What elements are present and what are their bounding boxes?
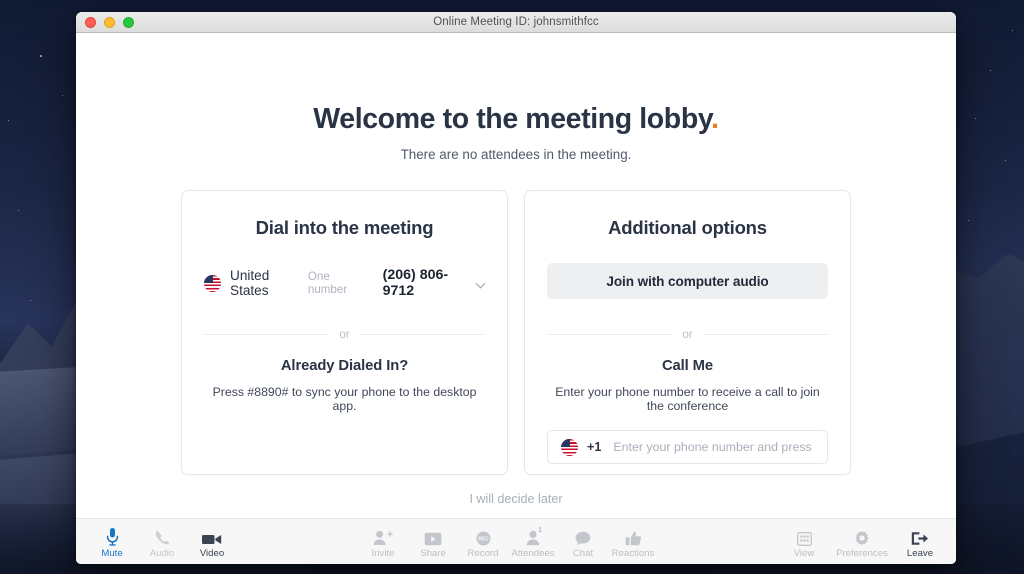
divider-line-left — [547, 334, 673, 335]
dial-number-row[interactable]: United States One number (206) 806-9712 — [204, 267, 485, 299]
dial-card-title: Dial into the meeting — [255, 217, 434, 238]
svg-text:REC: REC — [478, 536, 489, 542]
attendees-count-badge: 1 — [538, 524, 543, 534]
one-number-label: One number — [307, 270, 348, 296]
chat-bubble-icon — [575, 527, 591, 546]
page-title-text: Welcome to the meeting lobby — [313, 103, 712, 135]
person-add-icon — [373, 527, 393, 546]
meeting-app-window: Online Meeting ID: johnsmithfcc Welcome … — [76, 12, 956, 564]
toolbar-label-chat: Chat — [572, 547, 594, 559]
record-icon: REC — [476, 527, 491, 546]
call-me-phone-field[interactable]: +1 — [547, 430, 828, 464]
options-or-divider: or — [547, 328, 828, 341]
toolbar-item-preferences[interactable]: Preferences — [831, 525, 893, 559]
additional-options-card: Additional options Join with computer au… — [524, 190, 851, 475]
microphone-icon — [106, 527, 119, 546]
page-title: Welcome to the meeting lobby. — [76, 103, 956, 136]
divider-label: or — [339, 328, 350, 341]
close-button[interactable] — [85, 16, 96, 28]
toolbar-item-chat[interactable]: Chat — [560, 525, 606, 559]
us-flag-icon — [561, 438, 578, 456]
video-camera-icon — [202, 527, 222, 546]
toolbar-label-share: Share — [420, 547, 446, 559]
lobby-content: Welcome to the meeting lobby. There are … — [76, 33, 956, 564]
us-flag-icon — [204, 274, 221, 292]
toolbar-left-group: Mute Audio Video — [89, 525, 235, 559]
toolbar-label-mute: Mute — [101, 547, 123, 559]
exit-icon — [911, 527, 929, 546]
page-subtitle: There are no attendees in the meeting. — [400, 147, 632, 162]
already-dialed-description: Press #8890# to sync your phone to the d… — [212, 385, 477, 413]
chevron-down-icon[interactable] — [477, 279, 485, 288]
toolbar-label-view: View — [793, 547, 815, 559]
thumbs-up-icon — [625, 527, 642, 546]
toolbar-item-audio[interactable]: Audio — [139, 525, 185, 559]
country-code-label: +1 — [587, 440, 602, 454]
phone-icon — [154, 527, 171, 546]
toolbar-center-group: Invite Share REC Record 1 Attendees Chat… — [360, 525, 656, 559]
toolbar-item-invite[interactable]: Invite — [360, 525, 406, 559]
gear-icon — [854, 527, 870, 546]
dial-phone-number: (206) 806-9712 — [382, 267, 449, 299]
maximize-button[interactable] — [123, 16, 134, 28]
toolbar-label-invite: Invite — [371, 547, 395, 559]
call-me-title: Call Me — [661, 358, 714, 374]
window-titlebar[interactable]: Online Meeting ID: johnsmithfcc — [76, 12, 956, 33]
toolbar-item-record[interactable]: REC Record — [460, 525, 506, 559]
divider-line-right — [702, 334, 828, 335]
toolbar-label-reactions: Reactions — [611, 547, 655, 559]
join-with-computer-audio-button[interactable]: Join with computer audio — [547, 263, 828, 299]
window-controls[interactable] — [85, 16, 134, 28]
window-title: Online Meeting ID: johnsmithfcc — [433, 16, 599, 28]
toolbar-label-leave: Leave — [906, 547, 934, 559]
toolbar-item-leave[interactable]: Leave — [897, 525, 943, 559]
dial-country-name: United States — [230, 268, 270, 298]
dial-or-divider: or — [204, 328, 485, 341]
toolbar-item-view[interactable]: View — [781, 525, 827, 559]
divider-label: or — [682, 328, 693, 341]
call-me-description: Enter your phone number to receive a cal… — [555, 385, 820, 413]
already-dialed-title: Already Dialed In? — [280, 358, 409, 374]
toolbar-label-video: Video — [199, 547, 225, 559]
divider-line-left — [204, 334, 330, 335]
grid-icon — [796, 527, 812, 546]
toolbar-label-attendees: Attendees — [511, 547, 555, 559]
toolbar-item-mute[interactable]: Mute — [89, 525, 135, 559]
minimize-button[interactable] — [104, 16, 115, 28]
decide-later-link[interactable]: I will decide later — [76, 492, 956, 506]
toolbar-right-group: View Preferences Leave — [781, 525, 943, 559]
meeting-toolbar: Mute Audio Video Invite Share REC Record… — [76, 518, 956, 564]
desktop-background: Online Meeting ID: johnsmithfcc Welcome … — [0, 0, 1024, 574]
toolbar-item-attendees[interactable]: 1 Attendees — [510, 525, 556, 559]
toolbar-item-reactions[interactable]: Reactions — [610, 525, 656, 559]
toolbar-label-record: Record — [467, 547, 499, 559]
phone-number-input[interactable] — [613, 440, 814, 454]
divider-line-right — [359, 334, 485, 335]
dial-into-meeting-card: Dial into the meeting United States One … — [181, 190, 508, 475]
toolbar-item-video[interactable]: Video — [189, 525, 235, 559]
page-title-accent-dot: . — [711, 103, 719, 135]
toolbar-label-preferences: Preferences — [836, 547, 888, 559]
toolbar-item-share[interactable]: Share — [410, 525, 456, 559]
cards-container: Dial into the meeting United States One … — [76, 190, 956, 475]
toolbar-label-audio: Audio — [149, 547, 175, 559]
screen-share-icon — [424, 527, 442, 546]
options-card-title: Additional options — [608, 217, 767, 238]
